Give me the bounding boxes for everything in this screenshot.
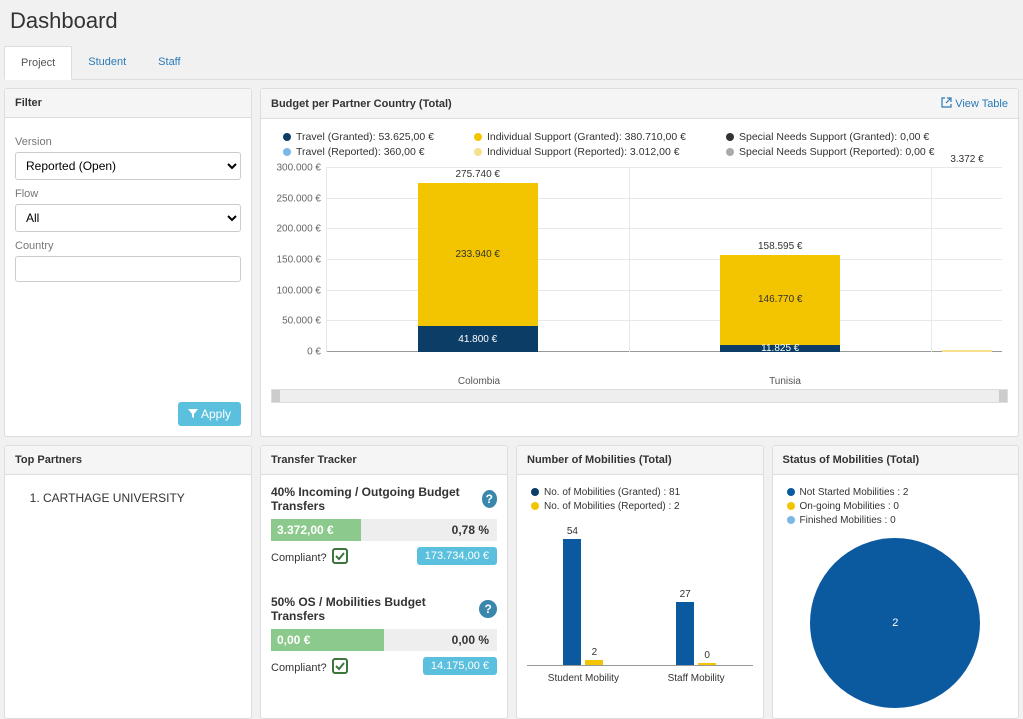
transfer2-compliant: Compliant? xyxy=(271,658,348,674)
pie-center-label: 2 xyxy=(892,617,898,629)
transfer-tracker-panel: Transfer Tracker 40% Incoming / Outgoing… xyxy=(260,445,508,719)
mobilities-legend: No. of Mobilities (Granted) : 81 No. of … xyxy=(527,485,753,518)
transfer2-bar: 0,00 €0,00 % xyxy=(271,629,497,651)
list-item: CARTHAGE UNIVERSITY xyxy=(43,491,235,505)
flow-select[interactable]: All xyxy=(15,204,241,232)
transfer1-title: 40% Incoming / Outgoing Budget Transfers xyxy=(271,485,482,513)
budget-panel: Budget per Partner Country (Total) View … xyxy=(260,88,1019,437)
help-icon[interactable]: ? xyxy=(482,490,497,508)
budget-header: Budget per Partner Country (Total) xyxy=(271,98,452,110)
transfer1-pct: 0,78 % xyxy=(452,523,497,537)
top-partners-header: Top Partners xyxy=(5,446,251,475)
mobilities-panel: Number of Mobilities (Total) No. of Mobi… xyxy=(516,445,764,719)
version-select[interactable]: Reported (Open) xyxy=(15,152,241,180)
top-partners-list: CARTHAGE UNIVERSITY xyxy=(15,485,241,511)
transfer2-badge: 14.175,00 € xyxy=(423,657,497,675)
transfer-header: Transfer Tracker xyxy=(261,446,507,475)
chart-scrollbar[interactable] xyxy=(271,389,1008,403)
help-icon[interactable]: ? xyxy=(479,600,497,618)
flow-label: Flow xyxy=(15,188,241,200)
tab-staff[interactable]: Staff xyxy=(142,46,196,79)
version-label: Version xyxy=(15,136,241,148)
tab-student[interactable]: Student xyxy=(72,46,142,79)
status-pie: 2 xyxy=(810,538,980,708)
page-title: Dashboard xyxy=(0,0,1023,46)
transfer1-bar: 3.372,00 €0,78 % xyxy=(271,519,497,541)
top-partners-panel: Top Partners CARTHAGE UNIVERSITY xyxy=(4,445,252,719)
check-icon xyxy=(332,548,348,564)
filter-icon xyxy=(188,409,198,419)
mobilities-header: Number of Mobilities (Total) xyxy=(517,446,763,475)
filter-header: Filter xyxy=(5,89,251,118)
external-link-icon xyxy=(941,97,952,108)
tab-project[interactable]: Project xyxy=(4,46,72,80)
budget-legend: Travel (Granted): 53.625,00 € Travel (Re… xyxy=(271,125,1008,164)
transfer2-pct: 0,00 % xyxy=(452,633,497,647)
apply-button[interactable]: Apply xyxy=(178,402,241,426)
mobilities-chart: 542270 Student MobilityStaff Mobility xyxy=(527,524,753,684)
filter-panel: Filter Version Reported (Open) Flow All … xyxy=(4,88,252,437)
view-table-link[interactable]: View Table xyxy=(941,97,1008,110)
status-legend: Not Started Mobilities : 2 On-going Mobi… xyxy=(783,485,1009,532)
transfer2-title: 50% OS / Mobilities Budget Transfers xyxy=(271,595,479,623)
country-input[interactable] xyxy=(15,256,241,282)
main-tabs: Project Student Staff xyxy=(4,46,1023,80)
transfer1-badge: 173.734,00 € xyxy=(417,547,497,565)
status-panel: Status of Mobilities (Total) Not Started… xyxy=(772,445,1020,719)
status-header: Status of Mobilities (Total) xyxy=(773,446,1019,475)
transfer1-compliant: Compliant? xyxy=(271,548,348,564)
check-icon xyxy=(332,658,348,674)
budget-chart: 0 €50.000 €100.000 €150.000 €200.000 €25… xyxy=(271,168,1008,368)
country-label: Country xyxy=(15,240,241,252)
